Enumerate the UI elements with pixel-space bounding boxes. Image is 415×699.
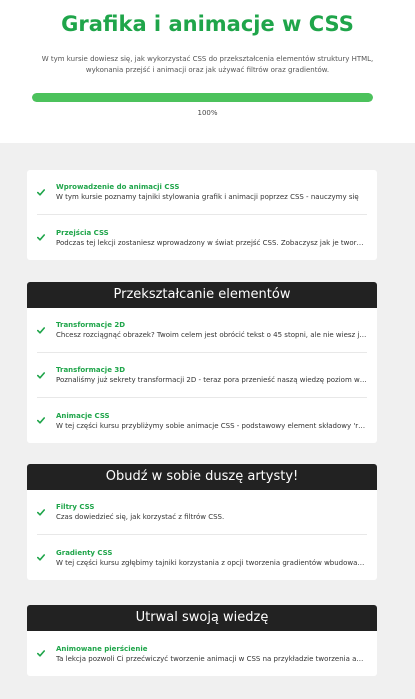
check-icon xyxy=(37,416,45,426)
lesson-title-link[interactable]: Transformacje 3D xyxy=(56,365,367,375)
lesson-description: Czas dowiedzieć się, jak korzystać z fil… xyxy=(56,513,225,521)
lesson-card: Filtry CSS Czas dowiedzieć się, jak korzy… xyxy=(27,490,377,580)
course-progress-bar xyxy=(32,93,373,102)
lesson-title-link[interactable]: Animacje CSS xyxy=(56,411,367,421)
course-title: Grafika i animacje w CSS xyxy=(61,12,354,36)
list-item[interactable]: Przejścia CSS Podczas tej lekcji zostanie… xyxy=(37,215,367,260)
section-title: Utrwal swoją wiedzę xyxy=(27,605,377,631)
list-item[interactable]: Transformacje 3D Poznaliśmy już sekrety t… xyxy=(37,353,367,398)
lesson-title-link[interactable]: Transformacje 2D xyxy=(56,320,367,330)
lesson-title-link[interactable]: Wprowadzenie do animacji CSS xyxy=(56,182,359,192)
lesson-title-link[interactable]: Filtry CSS xyxy=(56,502,224,512)
course-section: Wprowadzenie do animacji CSS W tym kursie… xyxy=(27,170,377,260)
lesson-card: Transformacje 2D Chcesz rozciągnąć obraze… xyxy=(27,308,377,443)
section-title: Obudź w sobie duszę artysty! xyxy=(27,464,377,490)
course-header: Grafika i animacje w CSS W tym kursie do… xyxy=(0,0,415,143)
lesson-text: Transformacje 3D Poznaliśmy już sekrety t… xyxy=(56,365,367,385)
check-icon xyxy=(37,187,45,197)
course-progress-fill xyxy=(32,93,373,102)
check-icon xyxy=(37,370,45,380)
lesson-description: Podczas tej lekcji zostaniesz wprowadzon… xyxy=(56,238,367,247)
section-title: Przekształcanie elementów xyxy=(27,282,377,308)
lesson-text: Animowane pierścienie Ta lekcja pozwoli C… xyxy=(56,644,367,664)
lesson-text: Transformacje 2D Chcesz rozciągnąć obraze… xyxy=(56,320,367,340)
lesson-description: W tej części kursu przybliżymy sobie ani… xyxy=(56,421,367,430)
list-item[interactable]: Filtry CSS Czas dowiedzieć się, jak korzy… xyxy=(37,490,367,535)
list-item[interactable]: Wprowadzenie do animacji CSS W tym kursie… xyxy=(37,170,367,215)
lesson-title-link[interactable]: Przejścia CSS xyxy=(56,228,367,238)
check-icon xyxy=(37,553,45,563)
lesson-text: Wprowadzenie do animacji CSS W tym kursie… xyxy=(56,182,359,202)
list-item[interactable]: Animacje CSS W tej części kursu przybliży… xyxy=(37,398,367,443)
check-icon xyxy=(37,507,45,517)
lesson-text: Animacje CSS W tej części kursu przybliży… xyxy=(56,411,367,431)
lesson-description: W tym kursie poznamy tajniki stylowania … xyxy=(56,193,359,201)
course-description: W tym kursie dowiesz się, jak wykorzysta… xyxy=(41,55,374,74)
check-icon xyxy=(37,649,45,659)
lesson-list: Wprowadzenie do animacji CSS W tym kursie… xyxy=(0,143,415,676)
list-item[interactable]: Transformacje 2D Chcesz rozciągnąć obraze… xyxy=(37,308,367,353)
list-item[interactable]: Animowane pierścienie Ta lekcja pozwoli C… xyxy=(37,631,367,676)
lesson-text: Filtry CSS Czas dowiedzieć się, jak korzy… xyxy=(56,502,224,522)
lesson-text: Gradienty CSS W tej części kursu zgłębimy… xyxy=(56,548,367,568)
lesson-description: Ta lekcja pozwoli Ci przećwiczyć tworzen… xyxy=(56,654,367,663)
list-item[interactable]: Gradienty CSS W tej części kursu zgłębimy… xyxy=(37,535,367,580)
check-icon xyxy=(37,325,45,335)
lesson-text: Przejścia CSS Podczas tej lekcji zostanie… xyxy=(56,228,367,248)
check-icon xyxy=(37,233,45,243)
course-section: Obudź w sobie duszę artysty! Filtry CSS Cz… xyxy=(27,464,377,580)
course-progress-label: 100% xyxy=(197,109,218,117)
course-section: Przekształcanie elementów Transformacje 2… xyxy=(27,282,377,443)
lesson-title-link[interactable]: Gradienty CSS xyxy=(56,548,367,558)
lesson-description: Poznaliśmy już sekrety transformacji 2D … xyxy=(56,376,367,384)
course-section: Utrwal swoją wiedzę Animowane pierścienie… xyxy=(27,605,377,676)
lesson-card: Animowane pierścienie Ta lekcja pozwoli C… xyxy=(27,631,377,676)
lesson-description: Chcesz rozciągnąć obrazek? Twoim celem j… xyxy=(56,331,367,339)
lesson-description: W tej części kursu zgłębimy tajniki korz… xyxy=(56,558,367,567)
lesson-title-link[interactable]: Animowane pierścienie xyxy=(56,644,367,654)
lesson-card: Wprowadzenie do animacji CSS W tym kursie… xyxy=(27,170,377,260)
